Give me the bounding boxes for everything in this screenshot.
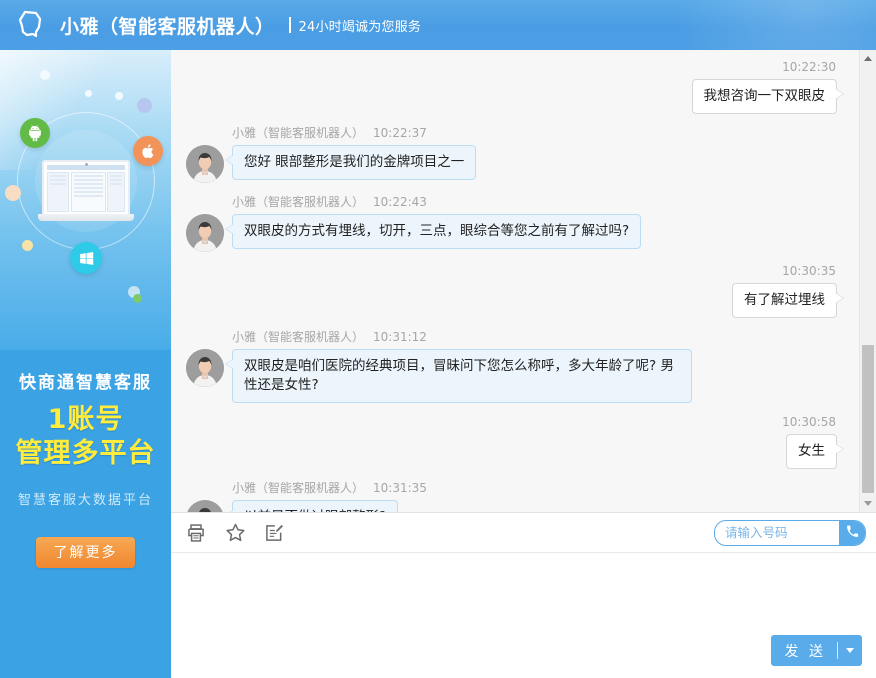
message-time: 10:22:43 — [373, 195, 427, 209]
promo-headline-line1: 1账号 — [0, 403, 171, 437]
chat-panel: 10:22:30 我想咨询一下双眼皮小雅（智能客服机器人） 10:22:37 您好 眼… — [171, 50, 876, 678]
promo-subtext: 智慧客服大数据平台 — [0, 489, 171, 508]
bokeh-dot — [22, 240, 33, 251]
bokeh-dot — [137, 98, 152, 113]
message-time: 10:31:35 — [373, 481, 427, 495]
brand-logo-icon — [14, 8, 48, 42]
message-bubble: 双眼皮是咱们医院的经典项目，冒昧问下您怎么称呼，多大年龄了呢? 男性还是女性? — [232, 349, 692, 403]
avatar — [186, 214, 224, 252]
windows-icon — [70, 242, 102, 274]
message-log: 10:22:30 我想咨询一下双眼皮小雅（智能客服机器人） 10:22:37 您好 眼… — [171, 50, 876, 513]
message-meta: 小雅（智能客服机器人） 10:22:43 — [232, 193, 641, 211]
sender-name: 小雅（智能客服机器人） — [232, 126, 364, 140]
promo-copy: 快商通智慧客服 1账号 管理多平台 智慧客服大数据平台 了解更多 — [0, 350, 171, 678]
bokeh-dot — [133, 294, 142, 303]
bokeh-dot — [40, 70, 50, 80]
chevron-down-icon — [846, 648, 854, 653]
header-divider — [289, 17, 291, 33]
message-meta: 小雅（智能客服机器人） 10:31:35 — [232, 479, 427, 497]
scroll-up-button[interactable] — [860, 50, 876, 67]
message-time: 10:30:58 — [186, 413, 846, 431]
printer-icon[interactable] — [185, 522, 207, 544]
message-meta: 小雅（智能客服机器人） 10:31:12 — [232, 328, 692, 346]
chat-message: 10:30:35 有了解过埋线 — [186, 262, 846, 318]
message-time: 10:22:30 — [186, 58, 846, 76]
sender-name: 小雅（智能客服机器人） — [232, 481, 364, 495]
message-time: 10:31:12 — [373, 330, 427, 344]
compose-area: 发 送 — [171, 554, 876, 678]
chat-toolbar — [171, 513, 876, 553]
promo-illustration — [0, 50, 171, 350]
message-time: 10:30:35 — [186, 262, 846, 280]
scroll-down-button[interactable] — [860, 495, 876, 512]
message-bubble: 以前是否做过眼部整形? — [232, 500, 398, 513]
page-title: 小雅（智能客服机器人） — [60, 12, 275, 39]
chat-message: 小雅（智能客服机器人） 10:31:35 以前是否做过眼部整形? — [186, 479, 846, 513]
phone-dialer — [714, 520, 866, 546]
chat-window: 小雅（智能客服机器人） 24小时竭诚为您服务 — [0, 0, 876, 678]
app-header: 小雅（智能客服机器人） 24小时竭诚为您服务 — [0, 0, 876, 50]
promo-brand: 快商通智慧客服 — [0, 350, 171, 393]
send-options-button[interactable] — [838, 635, 862, 666]
send-button[interactable]: 发 送 — [771, 635, 837, 666]
avatar — [186, 500, 224, 513]
message-list: 10:22:30 我想咨询一下双眼皮小雅（智能客服机器人） 10:22:37 您好 眼… — [171, 50, 876, 513]
promo-headline-line2: 管理多平台 — [0, 437, 171, 471]
phone-icon — [846, 525, 859, 541]
bokeh-dot — [5, 185, 21, 201]
chevron-down-icon — [864, 501, 872, 506]
chat-message: 10:30:58 女生 — [186, 413, 846, 469]
message-bubble: 我想咨询一下双眼皮 — [692, 79, 838, 114]
android-icon — [20, 118, 50, 148]
promo-sidebar: 快商通智慧客服 1账号 管理多平台 智慧客服大数据平台 了解更多 — [0, 50, 171, 678]
message-meta: 小雅（智能客服机器人） 10:22:37 — [232, 124, 476, 142]
call-button[interactable] — [839, 521, 865, 545]
chat-message: 小雅（智能客服机器人） 10:31:12 双眼皮是咱们医院的经典项目，冒昧问下您怎么… — [186, 328, 846, 403]
apple-icon — [133, 136, 163, 166]
message-bubble: 双眼皮的方式有埋线，切开，三点，眼综合等您之前有了解过吗? — [232, 214, 641, 249]
header-subtitle: 24小时竭诚为您服务 — [299, 16, 422, 35]
sender-name: 小雅（智能客服机器人） — [232, 195, 364, 209]
message-input[interactable] — [171, 554, 876, 632]
learn-more-button[interactable]: 了解更多 — [36, 537, 135, 568]
note-edit-icon[interactable] — [263, 522, 285, 544]
message-bubble: 女生 — [786, 434, 837, 469]
laptop-illustration — [38, 160, 134, 221]
chat-message: 10:22:30 我想咨询一下双眼皮 — [186, 58, 846, 114]
avatar — [186, 145, 224, 183]
message-bubble: 有了解过埋线 — [732, 283, 837, 318]
sender-name: 小雅（智能客服机器人） — [232, 330, 364, 344]
chat-message: 小雅（智能客服机器人） 10:22:43 双眼皮的方式有埋线，切开，三点，眼综合等您… — [186, 193, 846, 252]
phone-number-input[interactable] — [715, 521, 839, 545]
message-log-scrollbar[interactable] — [859, 50, 876, 512]
avatar — [186, 349, 224, 387]
bokeh-dot — [85, 90, 92, 97]
chat-message: 小雅（智能客服机器人） 10:22:37 您好 眼部整形是我们的金牌项目之一 — [186, 124, 846, 183]
star-icon[interactable] — [224, 522, 246, 544]
message-time: 10:22:37 — [373, 126, 427, 140]
send-button-group: 发 送 — [771, 635, 862, 666]
bokeh-dot — [115, 92, 123, 100]
message-bubble: 您好 眼部整形是我们的金牌项目之一 — [232, 145, 476, 180]
chevron-up-icon — [864, 56, 872, 61]
scrollbar-thumb[interactable] — [862, 345, 874, 493]
